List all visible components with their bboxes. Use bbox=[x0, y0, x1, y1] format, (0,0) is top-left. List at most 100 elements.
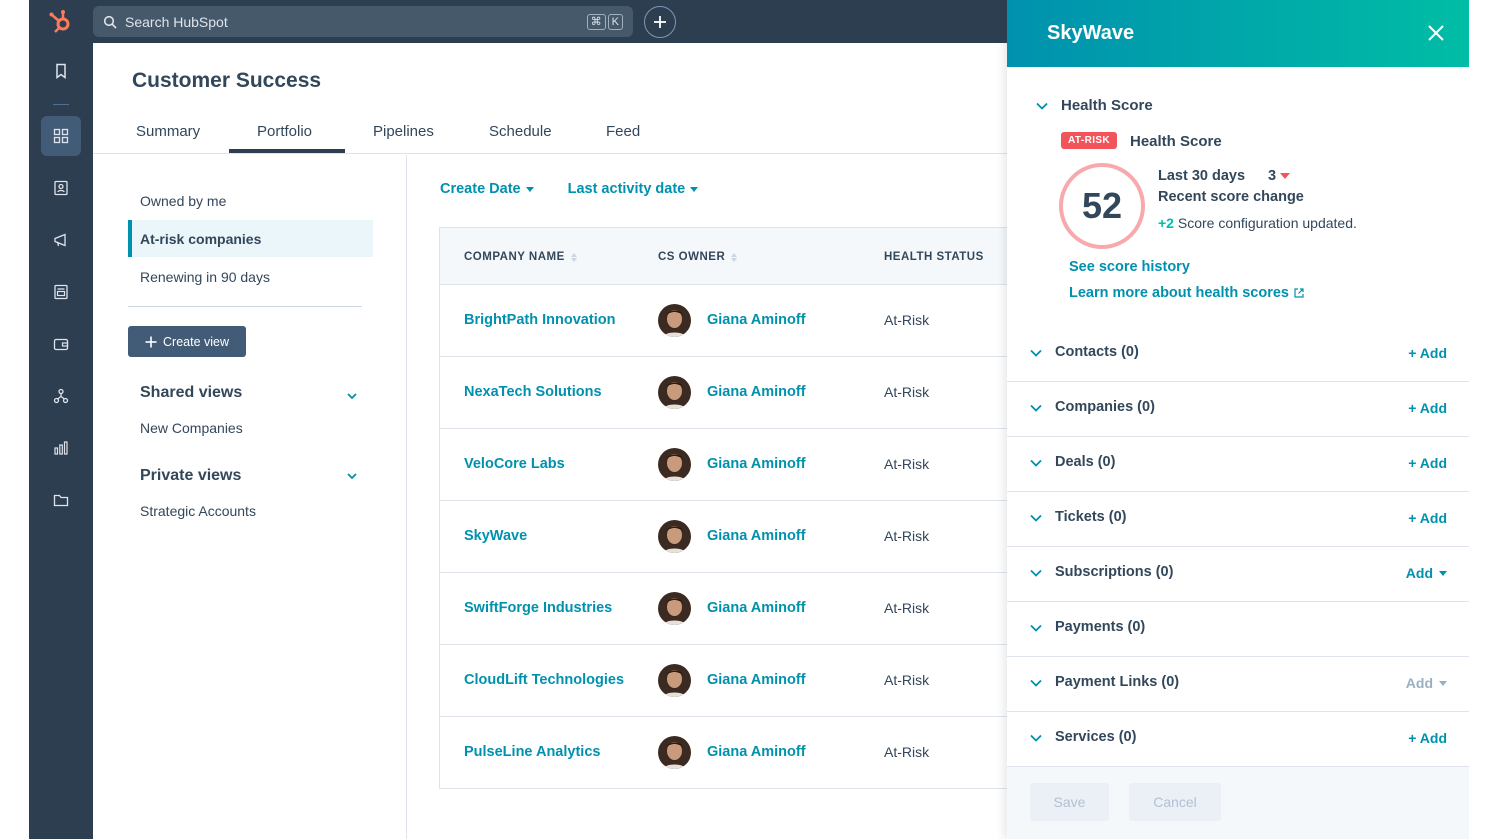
table-row[interactable]: SkyWave Giana Aminoff At-Risk bbox=[440, 501, 1094, 573]
score-history-link[interactable]: See score history bbox=[1069, 259, 1190, 275]
cs-owner-link[interactable]: Giana Aminoff bbox=[707, 600, 806, 616]
tab-schedule[interactable]: Schedule bbox=[489, 123, 552, 140]
chevron-down-icon[interactable] bbox=[345, 469, 359, 483]
add-button[interactable]: Add bbox=[1406, 565, 1447, 581]
company-name-link[interactable]: PulseLine Analytics bbox=[464, 744, 600, 760]
view-strategic-accounts[interactable]: Strategic Accounts bbox=[140, 503, 256, 519]
sidebar-item-crm[interactable] bbox=[41, 168, 81, 208]
company-name-link[interactable]: VeloCore Labs bbox=[464, 456, 565, 472]
views-divider bbox=[128, 306, 362, 307]
chevron-down-icon[interactable] bbox=[1029, 511, 1043, 525]
cs-owner-link[interactable]: Giana Aminoff bbox=[707, 456, 806, 472]
private-views-heading[interactable]: Private views bbox=[140, 467, 241, 485]
company-name-link[interactable]: CloudLift Technologies bbox=[464, 672, 624, 688]
avatar[interactable] bbox=[658, 520, 691, 553]
tab-pipelines[interactable]: Pipelines bbox=[373, 123, 434, 140]
table-row[interactable]: PulseLine Analytics Giana Aminoff At-Risk bbox=[440, 717, 1094, 789]
cs-owner-link[interactable]: Giana Aminoff bbox=[707, 528, 806, 544]
table-row[interactable]: CloudLift Technologies Giana Aminoff At-Ri… bbox=[440, 645, 1094, 717]
section-title[interactable]: Tickets (0) bbox=[1055, 509, 1126, 525]
cs-owner-link[interactable]: Giana Aminoff bbox=[707, 312, 806, 328]
add-button[interactable]: + Add bbox=[1408, 510, 1447, 526]
chevron-down-icon[interactable] bbox=[1029, 731, 1043, 745]
association-section: Tickets (0) + Add bbox=[1007, 492, 1469, 547]
chevron-down-icon[interactable] bbox=[1029, 346, 1043, 360]
sidebar-item-reporting[interactable] bbox=[41, 428, 81, 468]
view-new-companies[interactable]: New Companies bbox=[140, 420, 243, 436]
avatar[interactable] bbox=[658, 448, 691, 481]
sidebar-item-commerce[interactable] bbox=[41, 324, 81, 364]
column-header-company[interactable]: COMPANY NAME bbox=[464, 251, 577, 263]
tab-summary[interactable]: Summary bbox=[136, 123, 200, 140]
sidebar-item-library[interactable] bbox=[41, 480, 81, 520]
add-button[interactable]: + Add bbox=[1408, 730, 1447, 746]
cs-owner-link[interactable]: Giana Aminoff bbox=[707, 672, 806, 688]
add-button[interactable]: + Add bbox=[1408, 400, 1447, 416]
create-view-button[interactable]: Create view bbox=[128, 326, 246, 357]
add-button[interactable]: + Add bbox=[1408, 345, 1447, 361]
quick-create-button[interactable] bbox=[644, 6, 676, 38]
column-header-health-status[interactable]: HEALTH STATUS bbox=[884, 251, 984, 263]
sidebar-item-marketing[interactable] bbox=[41, 220, 81, 260]
avatar[interactable] bbox=[658, 304, 691, 337]
sidebar-item-content[interactable] bbox=[41, 272, 81, 312]
table-row[interactable]: VeloCore Labs Giana Aminoff At-Risk bbox=[440, 429, 1094, 501]
cs-owner-link[interactable]: Giana Aminoff bbox=[707, 384, 806, 400]
association-section: Contacts (0) + Add bbox=[1007, 327, 1469, 382]
view-at-risk-companies[interactable]: At-risk companies bbox=[128, 220, 373, 257]
section-title[interactable]: Contacts (0) bbox=[1055, 344, 1139, 360]
add-button[interactable]: + Add bbox=[1408, 455, 1447, 471]
section-title[interactable]: Services (0) bbox=[1055, 729, 1136, 745]
company-name-link[interactable]: BrightPath Innovation bbox=[464, 312, 615, 328]
table-row[interactable]: BrightPath Innovation Giana Aminoff At-Ris… bbox=[440, 285, 1094, 357]
association-section: Payments (0) bbox=[1007, 602, 1469, 657]
tab-feed[interactable]: Feed bbox=[606, 123, 640, 140]
learn-more-link[interactable]: Learn more about health scores bbox=[1069, 285, 1304, 301]
close-icon[interactable] bbox=[1426, 23, 1446, 43]
health-score-section-toggle[interactable]: Health Score bbox=[1035, 97, 1153, 114]
search-icon bbox=[103, 15, 117, 29]
shared-views-heading[interactable]: Shared views bbox=[140, 384, 242, 402]
association-section: Subscriptions (0) Add bbox=[1007, 547, 1469, 602]
view-renewing-90-days[interactable]: Renewing in 90 days bbox=[128, 258, 373, 295]
company-name-link[interactable]: SwiftForge Industries bbox=[464, 600, 612, 616]
avatar[interactable] bbox=[658, 664, 691, 697]
chevron-down-icon[interactable] bbox=[1029, 621, 1043, 635]
view-owned-by-me[interactable]: Owned by me bbox=[128, 182, 373, 219]
company-name-link[interactable]: SkyWave bbox=[464, 528, 527, 544]
column-header-owner[interactable]: CS OWNER bbox=[658, 251, 738, 263]
section-title[interactable]: Companies (0) bbox=[1055, 399, 1155, 415]
section-title[interactable]: Subscriptions (0) bbox=[1055, 564, 1173, 580]
search-bar[interactable]: Search HubSpot ⌘ K bbox=[93, 6, 633, 37]
sidebar-item-automation[interactable] bbox=[41, 376, 81, 416]
save-button[interactable]: Save bbox=[1030, 783, 1109, 821]
sort-icon bbox=[570, 252, 577, 262]
table-row[interactable]: SwiftForge Industries Giana Aminoff At-Ris… bbox=[440, 573, 1094, 645]
company-name-link[interactable]: NexaTech Solutions bbox=[464, 384, 602, 400]
section-title[interactable]: Payment Links (0) bbox=[1055, 674, 1179, 690]
chevron-down-icon[interactable] bbox=[1029, 401, 1043, 415]
chevron-down-icon[interactable] bbox=[1029, 566, 1043, 580]
avatar[interactable] bbox=[658, 736, 691, 769]
section-title[interactable]: Deals (0) bbox=[1055, 454, 1115, 470]
tab-bar: Summary Portfolio Pipelines Schedule Fee… bbox=[93, 113, 1093, 154]
cancel-button[interactable]: Cancel bbox=[1129, 783, 1221, 821]
sidebar-item-workspaces[interactable] bbox=[41, 116, 81, 156]
add-button[interactable]: Add bbox=[1406, 675, 1447, 691]
table-row[interactable]: NexaTech Solutions Giana Aminoff At-Risk bbox=[440, 357, 1094, 429]
filter-last-activity-date[interactable]: Last activity date bbox=[568, 181, 699, 197]
avatar[interactable] bbox=[658, 376, 691, 409]
filter-create-date[interactable]: Create Date bbox=[440, 181, 534, 197]
avatar[interactable] bbox=[658, 592, 691, 625]
left-sidebar bbox=[29, 43, 93, 839]
hubspot-logo-icon[interactable] bbox=[47, 8, 75, 36]
chevron-down-icon[interactable] bbox=[1029, 456, 1043, 470]
section-title[interactable]: Payments (0) bbox=[1055, 619, 1145, 635]
contacts-icon bbox=[54, 180, 68, 196]
sidebar-item-bookmarks[interactable] bbox=[41, 51, 81, 91]
cs-owner-link[interactable]: Giana Aminoff bbox=[707, 744, 806, 760]
chevron-down-icon[interactable] bbox=[1029, 676, 1043, 690]
tab-portfolio[interactable]: Portfolio bbox=[257, 123, 312, 140]
chevron-down-icon[interactable] bbox=[345, 389, 359, 403]
add-label: + Add bbox=[1408, 400, 1447, 416]
